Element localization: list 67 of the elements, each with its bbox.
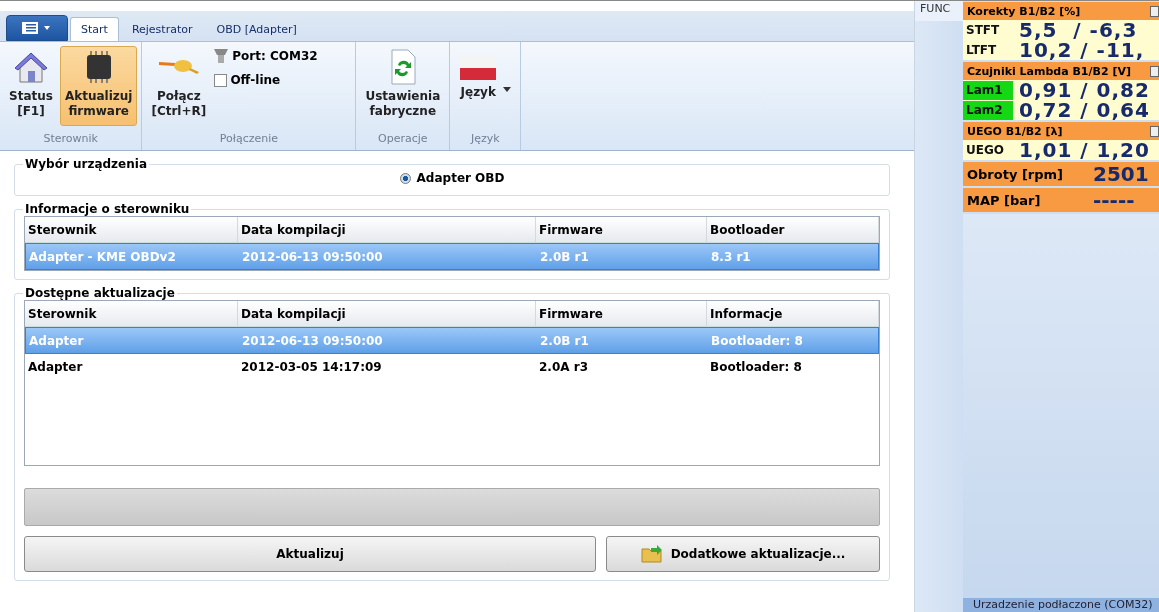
- column-header: Sterownik: [25, 301, 238, 326]
- column-header: Bootloader: [707, 217, 879, 242]
- table-cell-text: 2012-06-13 09:50:00: [241, 249, 384, 264]
- gauge-label: LTFT: [965, 43, 998, 57]
- table-cell-text: Adapter - KME OBDv2: [28, 249, 177, 264]
- func-label: FUNC: [915, 1, 963, 21]
- column-header: Firmware: [536, 217, 707, 242]
- ribbon-button[interactable]: Połącz [Ctrl+R]: [146, 46, 212, 126]
- gauge-title: UEGO B1/B2 [λ]: [967, 124, 1063, 138]
- caret-icon: [503, 87, 512, 92]
- pin-icon[interactable]: [1150, 5, 1159, 17]
- plug-icon: [157, 60, 200, 74]
- column-header: Data kompilacji: [238, 217, 536, 242]
- group-title: Informacje o sterowniku: [24, 202, 191, 216]
- group-title: Wybór urządzenia: [24, 157, 148, 171]
- gauge-value: 5,5 / -6,3: [1019, 18, 1138, 42]
- gauge-value: 0,91 / 0,82: [1019, 78, 1150, 102]
- table-cell-text: Bootloader: 8: [709, 359, 803, 374]
- gauge-label: Lam1: [963, 80, 1013, 100]
- offline-checkbox[interactable]: Off-line: [214, 70, 281, 90]
- status-bar: Urzadzenie podłaczone (COM32): [963, 598, 1159, 612]
- group-label: Operacje: [377, 132, 429, 147]
- gauge-value: 2501: [1093, 162, 1149, 186]
- gauge-value: -----: [1093, 188, 1135, 212]
- ribbon-button[interactable]: Aktualizuj firmware: [59, 46, 138, 126]
- ribbon-tab[interactable]: Start: [70, 17, 119, 41]
- group-label: Język: [469, 132, 501, 147]
- group-label: Połączenie: [218, 132, 280, 147]
- pin-icon[interactable]: [1150, 125, 1159, 137]
- group-label: Sterownik: [42, 132, 99, 147]
- table-cell-text: 2012-06-13 09:50:00: [241, 333, 384, 348]
- ribbon-button[interactable]: Ustawienia fabryczne: [360, 46, 446, 126]
- ribbon-button[interactable]: Status [F1]: [4, 46, 58, 126]
- column-header: Sterownik: [25, 217, 238, 242]
- table-cell-text: 2.0B r1: [539, 333, 590, 348]
- action-button[interactable]: Aktualizuj: [24, 536, 596, 572]
- folder-icon: [640, 545, 663, 563]
- port-label: Port: COM32: [213, 46, 318, 66]
- ribbon-tab[interactable]: Rejestrator: [120, 17, 204, 41]
- gauge-label: MAP [bar]: [966, 192, 1042, 208]
- gauge-label: Lam2: [963, 100, 1013, 120]
- column-header: Informacje: [707, 301, 879, 326]
- flag-icon: [459, 55, 498, 81]
- gauge-label: Obroty [rpm]: [966, 166, 1065, 182]
- radio-option[interactable]: Adapter OBD: [24, 171, 880, 187]
- table-cell-text: Bootloader: 8: [710, 333, 804, 348]
- table-cell-text: 2012-03-05 14:17:09: [240, 359, 383, 374]
- column-header: Firmware: [536, 301, 707, 326]
- gauge-label: STFT: [965, 23, 1001, 37]
- table-cell-text: 2.0A r3: [538, 359, 589, 374]
- gauge-title: Czujniki Lambda B1/B2 [V]: [967, 64, 1131, 78]
- action-button[interactable]: Dodatkowe aktualizacje...: [606, 536, 880, 572]
- gauge-value: 1,01 / 1,20: [1019, 138, 1150, 162]
- ribbon-tab[interactable]: OBD [Adapter]: [205, 17, 308, 41]
- language-dropdown[interactable]: Język: [454, 46, 517, 126]
- connector-icon: [213, 47, 230, 65]
- app-menu-button[interactable]: [6, 15, 68, 41]
- column-header: Data kompilacji: [238, 301, 536, 326]
- gauge-label: UEGO: [965, 143, 1005, 157]
- gauge-title: Korekty B1/B2 [%]: [967, 4, 1081, 18]
- table-row[interactable]: Adapter 2012-03-05 14:17:09 2.0A r3 Bootloader: 8: [25, 354, 879, 379]
- group-title: Dostępne aktualizacje: [24, 286, 176, 300]
- table-cell-text: Adapter: [27, 359, 84, 374]
- pin-icon[interactable]: [1150, 65, 1159, 77]
- table-cell-text: Adapter: [28, 333, 85, 348]
- table-cell-text: 8.3 r1: [710, 249, 752, 264]
- table-cell-text: 2.0B r1: [539, 249, 590, 264]
